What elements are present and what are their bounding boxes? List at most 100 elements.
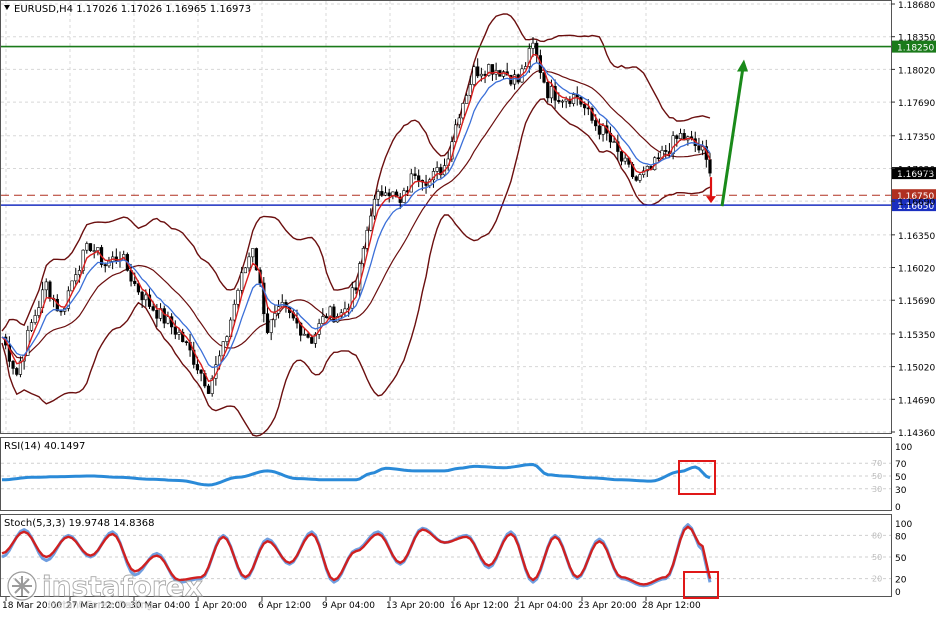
chart-canvas: 1.182501.167501.166501.16973 1.186801.18… xyxy=(0,0,936,611)
candle-body xyxy=(177,331,181,335)
candle-body xyxy=(48,281,52,299)
candle-body xyxy=(310,337,314,344)
candle-body xyxy=(560,100,565,103)
candle-body xyxy=(708,159,712,174)
y-tick-label: 1.17020 xyxy=(898,165,935,175)
x-tick-label: 21 Apr 04:00 xyxy=(514,601,573,611)
candle-body xyxy=(247,256,251,269)
candle-body xyxy=(387,192,391,197)
rsi-level-label: 50 xyxy=(872,472,882,481)
rsi-y-tick-label: 0 xyxy=(895,503,901,513)
x-tick-label: 6 Apr 12:00 xyxy=(258,601,311,611)
candle-body xyxy=(273,313,277,321)
y-tick-label: 1.15350 xyxy=(898,331,935,341)
rsi-title: RSI(14) 40.1497 xyxy=(4,441,85,452)
candle-body xyxy=(612,141,616,144)
candle-body xyxy=(417,175,421,181)
stoch-level-label: 50 xyxy=(872,553,882,562)
candle-body xyxy=(162,308,166,324)
candle-body xyxy=(321,316,325,324)
rsi-y-tick-label: 50 xyxy=(895,473,907,483)
candle-body xyxy=(619,151,624,162)
candle-body xyxy=(472,66,476,85)
candle-body xyxy=(151,306,155,311)
stoch-level-label: 20 xyxy=(872,575,882,584)
candle-body xyxy=(251,248,255,258)
candle-body xyxy=(583,103,587,109)
candle-body xyxy=(597,125,601,135)
candle-body xyxy=(664,150,668,152)
candle-body xyxy=(531,42,535,49)
candle-body xyxy=(369,215,373,231)
y-tick-label: 1.15690 xyxy=(898,297,935,307)
stoch-title: Stoch(5,3,3) 19.9748 14.8368 xyxy=(4,518,155,529)
stoch-y-tick-label: 50 xyxy=(895,554,907,564)
candle-body xyxy=(70,280,74,292)
candle-body xyxy=(103,264,107,267)
candle-body xyxy=(564,98,568,102)
candle-body xyxy=(144,294,148,301)
candle-body xyxy=(59,310,63,313)
candle-body xyxy=(365,230,369,249)
candle-body xyxy=(140,291,144,301)
candle-body xyxy=(37,307,41,316)
candle-body xyxy=(77,270,82,275)
candle-body xyxy=(155,309,159,319)
candle-body xyxy=(184,341,188,343)
rsi-panel xyxy=(0,437,892,511)
main-title: EURUSD,H4 1.17026 1.17026 1.16965 1.1697… xyxy=(14,4,251,15)
y-tick-label: 1.18680 xyxy=(898,1,935,11)
rsi-level-label: 30 xyxy=(872,485,882,494)
rsi-y-tick-label: 100 xyxy=(895,443,912,453)
candle-body xyxy=(372,198,377,217)
stoch-level-label: 80 xyxy=(872,531,882,540)
candle-body xyxy=(206,385,211,394)
candle-body xyxy=(361,248,365,264)
candle-body xyxy=(173,326,177,335)
candle-body xyxy=(96,247,100,251)
rsi-y-tick-label: 30 xyxy=(895,486,907,496)
candle-body xyxy=(88,243,93,252)
candle-body xyxy=(133,280,137,284)
x-tick-label: 28 Apr 12:00 xyxy=(642,601,701,611)
candle-body xyxy=(74,274,78,282)
level-price-label: 1.18250 xyxy=(897,44,934,54)
candle-body xyxy=(29,322,34,331)
candle-body xyxy=(44,281,48,291)
x-tick-label: 9 Apr 04:00 xyxy=(322,601,375,611)
candle-body xyxy=(85,243,89,251)
x-tick-label: 16 Apr 12:00 xyxy=(450,601,509,611)
candle-body xyxy=(413,173,417,176)
y-tick-label: 1.16020 xyxy=(898,265,935,275)
candle-body xyxy=(601,125,605,135)
candle-body xyxy=(199,369,203,374)
candle-body xyxy=(302,333,306,336)
candle-body xyxy=(453,124,458,143)
candle-body xyxy=(638,174,642,181)
candle-body xyxy=(457,117,461,126)
candle-body xyxy=(195,364,200,371)
candle-body xyxy=(461,103,465,119)
candle-body xyxy=(33,315,37,323)
candle-body xyxy=(15,368,19,375)
candle-body xyxy=(678,133,683,139)
candle-body xyxy=(240,272,244,291)
y-tick-label: 1.18020 xyxy=(898,66,935,76)
candle-body xyxy=(236,290,240,305)
candle-body xyxy=(535,42,539,56)
x-tick-label: 23 Apr 20:00 xyxy=(578,601,637,611)
candle-body xyxy=(476,66,480,77)
candle-body xyxy=(671,135,675,154)
stoch-y-tick-label: 0 xyxy=(895,588,901,598)
candle-body xyxy=(306,333,310,338)
y-tick-label: 1.15020 xyxy=(898,364,935,374)
candle-body xyxy=(675,135,679,139)
watermark-text: instaforex xyxy=(42,570,203,603)
rsi-y-tick-label: 70 xyxy=(895,460,907,470)
candle-body xyxy=(435,167,439,172)
candle-body xyxy=(546,81,550,99)
candle-body xyxy=(468,84,472,96)
candle-body xyxy=(232,303,236,321)
candle-body xyxy=(332,306,336,323)
candle-body xyxy=(92,250,96,252)
